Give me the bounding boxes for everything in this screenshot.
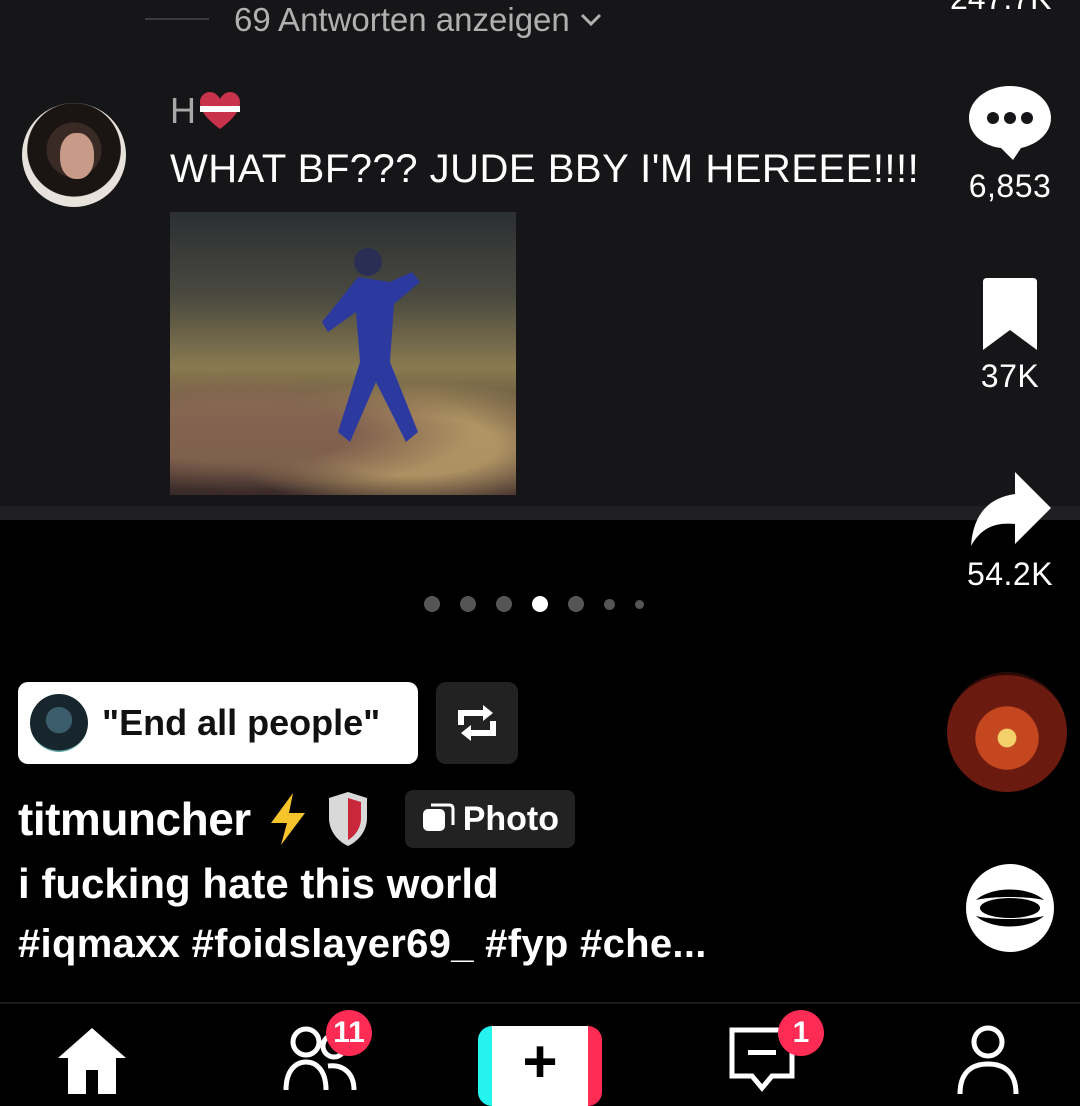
sound-chip[interactable]: "End all people" (18, 682, 418, 764)
commenter-avatar[interactable] (22, 103, 126, 207)
share-arrow-icon (971, 472, 1051, 546)
inbox-badge: 1 (778, 1010, 824, 1056)
carousel-dot[interactable] (460, 596, 476, 612)
panel-divider (0, 506, 1080, 520)
effect-icon[interactable] (962, 860, 1058, 956)
view-replies-button[interactable]: 69 Antworten anzeigen (234, 0, 602, 40)
carousel-dot[interactable] (424, 596, 440, 612)
save-action[interactable]: 37K (955, 278, 1065, 395)
comments-count: 6,853 (968, 168, 1052, 204)
repost-button[interactable] (436, 682, 518, 764)
post-hashtags[interactable]: #iqmaxx #foidslayer69_ #fyp #che... (18, 922, 707, 967)
photo-badge-label: Photo (462, 799, 559, 838)
home-icon (58, 1028, 126, 1094)
create-button[interactable]: + (478, 1026, 602, 1106)
carousel-dot[interactable] (568, 596, 584, 612)
bookmark-icon (983, 278, 1037, 350)
shares-count: 54.2K (966, 556, 1054, 592)
lightning-icon (270, 793, 305, 845)
sound-label: "End all people" (102, 702, 381, 743)
author-username[interactable]: titmuncher (18, 792, 251, 846)
carousel-dot[interactable] (635, 599, 644, 609)
carousel-indicator (424, 596, 644, 612)
performer-figure (322, 248, 420, 442)
nav-profile[interactable] (948, 1024, 1028, 1104)
friends-badge: 11 (326, 1010, 372, 1056)
commenter-name[interactable]: H (170, 90, 242, 132)
chevron-down-icon (580, 13, 601, 27)
replies-label: 69 Antworten anzeigen (234, 1, 570, 38)
carousel-dot-active[interactable] (532, 596, 548, 612)
carousel-dot[interactable] (496, 596, 512, 612)
comment-text: WHAT BF??? JUDE BBY I'M HEREEE!!!! (170, 147, 920, 191)
photo-icon (422, 803, 455, 831)
photo-badge: Photo (404, 790, 575, 848)
comment-image[interactable] (170, 212, 516, 495)
author-row: titmuncher Photo (18, 790, 575, 848)
comment-panel: 69 Antworten anzeigen H WHAT BF??? JUDE … (0, 0, 1080, 520)
share-action[interactable]: 54.2K (955, 470, 1065, 593)
nav-home[interactable] (52, 1024, 132, 1104)
likes-count: 247.7K (950, 0, 1051, 17)
heart-icon (200, 92, 240, 129)
profile-icon (957, 1025, 1019, 1095)
comments-action[interactable]: 6,853 (955, 82, 1065, 205)
sound-avatar (30, 694, 88, 752)
post-caption: i fucking hate this world (18, 860, 499, 907)
comment-bubble-icon (969, 86, 1051, 160)
sound-disc[interactable] (947, 672, 1067, 792)
replies-divider (145, 18, 209, 20)
commenter-username: H (170, 90, 196, 131)
carousel-dot[interactable] (604, 598, 615, 610)
saves-count: 37K (980, 358, 1040, 394)
repost-icon (458, 705, 496, 741)
shield-icon (328, 792, 367, 846)
create-plus-icon: + (522, 1028, 558, 1095)
